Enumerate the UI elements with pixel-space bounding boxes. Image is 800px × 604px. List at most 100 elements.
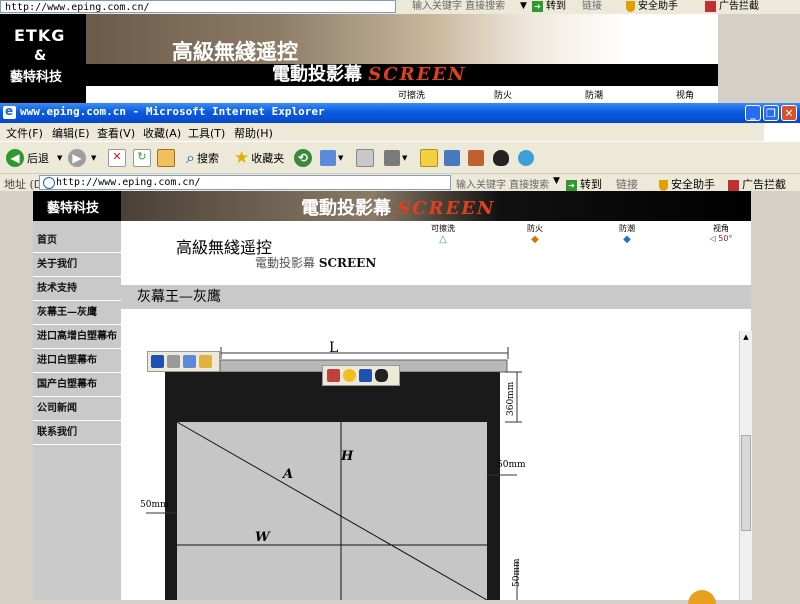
feature-label: 防火 (494, 91, 513, 101)
back-arrow-icon: ◀ (6, 149, 24, 167)
qq-capture-icon[interactable] (327, 369, 340, 382)
save-icon[interactable] (359, 369, 372, 382)
edit-button[interactable]: ▼ (384, 146, 407, 170)
background-feature-row: 可擦洗 防火 防潮 视角 (86, 86, 718, 104)
left-border-dimension: 50mm (140, 500, 169, 510)
safety-assistant-button[interactable]: 安全助手 (659, 176, 715, 192)
background-adblock-button[interactable]: 广告拦截 (705, 0, 759, 13)
banner-screen-word: SCREEN (368, 64, 467, 85)
ie-icon[interactable] (3, 104, 16, 119)
menu-bar: 文件(F) 编辑(E) 查看(V) 收藏(A) 工具(T) 帮助(H) (0, 123, 800, 141)
messenger-button[interactable] (468, 146, 484, 170)
messenger-icon (468, 150, 484, 166)
standard-toolbar: ◀ 后退 ▼ ▶ ▼ ✕ ↻ ⌕ 搜索 ★ 收藏夹 ⟲ ▼ ▼ (0, 141, 800, 174)
research-button[interactable] (444, 146, 460, 170)
window-title-bar[interactable]: www.eping.com.cn - Microsoft Internet Ex… (0, 103, 800, 123)
maximize-button[interactable]: ❐ (763, 105, 779, 121)
top-border-dimension: 360mm (506, 381, 516, 416)
windows-logo (764, 123, 800, 141)
keyword-search-box[interactable]: 输入关键字 直接搜索 (456, 176, 549, 191)
go-button[interactable]: ➜ 转到 (566, 176, 602, 192)
print-button[interactable] (356, 146, 374, 170)
background-search-box[interactable]: 输入关键字 直接搜索 (412, 0, 505, 13)
feature-label: 可擦洗 (398, 91, 426, 101)
msn-people-icon (518, 150, 534, 166)
logo-text: ETKG (14, 26, 66, 45)
search-label: 搜索 (196, 152, 219, 165)
mail-button[interactable]: ▼ (320, 146, 343, 170)
background-banner: 高級無綫遥控 電動投影幕 SCREEN (86, 14, 718, 86)
back-dropdown-icon[interactable]: ▼ (57, 154, 62, 162)
chevron-down-icon[interactable]: ▼ (553, 176, 560, 186)
qq-image-toolbar (322, 365, 400, 386)
close-button[interactable]: ✕ (781, 105, 797, 121)
adblock-icon (728, 179, 739, 191)
edit-icon (384, 150, 400, 166)
shield-icon (659, 179, 668, 191)
address-bar: 地址 (D) http://www.eping.com.cn/ 输入关键字 直接… (0, 173, 800, 192)
refresh-button[interactable]: ↻ (133, 146, 151, 170)
banner-subtitle: 電動投影幕 SCREEN (272, 64, 466, 86)
logo-company-name: 藝特科技 (10, 70, 63, 85)
shield-icon (626, 0, 635, 12)
banner-subtitle-text: 電動投影幕 (272, 64, 362, 85)
links-button[interactable]: 链接 (616, 176, 638, 192)
safety-label: 安全助手 (671, 178, 715, 191)
menu-edit[interactable]: 编辑(E) (52, 125, 90, 141)
print-image-icon[interactable] (167, 355, 180, 368)
my-pictures-icon[interactable] (199, 355, 212, 368)
go-label: 转到 (546, 1, 566, 12)
address-input[interactable]: http://www.eping.com.cn/ (39, 175, 451, 190)
minimize-button[interactable]: _ (745, 105, 761, 121)
search-icon: ⌕ (186, 148, 195, 167)
background-links-button[interactable]: 链接 (582, 0, 602, 13)
favorites-label: 收藏夹 (251, 152, 285, 165)
home-icon (157, 149, 175, 167)
forward-dropdown-icon[interactable]: ▼ (91, 154, 96, 162)
background-address-bar: http://www.eping.com.cn/ 输入关键字 直接搜索 ▼ ➜ 转… (0, 0, 800, 15)
history-button[interactable]: ⟲ (294, 146, 315, 170)
page-viewport: 藝特科技 電動投影幕 SCREEN 首页 关于我们 技术支持 灰幕王—灰鹰 进口… (0, 191, 800, 600)
home-button[interactable] (157, 146, 175, 170)
printer-icon (356, 149, 374, 167)
chevron-down-icon[interactable]: ▼ (520, 0, 527, 13)
menu-help[interactable]: 帮助(H) (234, 125, 273, 141)
favorites-button[interactable]: ★ 收藏夹 (234, 146, 284, 170)
adblock-label: 广告拦截 (742, 178, 786, 191)
edit-dropdown-icon[interactable]: ▼ (402, 154, 407, 162)
mail-dropdown-icon[interactable]: ▼ (338, 154, 343, 162)
discuss-button[interactable] (420, 146, 438, 170)
side-border-dimension: 50mm (497, 460, 526, 470)
background-url-field[interactable]: http://www.eping.com.cn/ (0, 0, 396, 13)
search-button[interactable]: ⌕ 搜索 (186, 146, 219, 170)
menu-file[interactable]: 文件(F) (6, 125, 43, 141)
adblock-button[interactable]: 广告拦截 (728, 176, 786, 192)
menu-view[interactable]: 查看(V) (97, 125, 135, 141)
go-arrow-icon: ➜ (566, 179, 577, 191)
qq-button[interactable] (493, 146, 509, 170)
qq-penguin-icon[interactable] (375, 369, 388, 382)
forward-arrow-icon: ▶ (68, 149, 86, 167)
email-image-icon[interactable] (183, 355, 196, 368)
research-icon (444, 150, 460, 166)
forward-button[interactable]: ▶ ▼ (68, 146, 96, 170)
background-site-logo[interactable]: ETKG & 藝特科技 (0, 14, 86, 104)
menu-tools[interactable]: 工具(T) (188, 125, 225, 141)
msn-button[interactable] (518, 146, 534, 170)
logo-ampersand: & (34, 48, 47, 64)
background-safety-button[interactable]: 安全助手 (626, 0, 678, 13)
length-label: L (329, 340, 339, 356)
qq-penguin-icon (493, 150, 509, 166)
menu-favorites[interactable]: 收藏(A) (143, 125, 181, 141)
back-label: 后退 (27, 152, 49, 165)
save-image-icon[interactable] (151, 355, 164, 368)
width-label: W (255, 530, 270, 545)
feature-label: 视角 (676, 91, 695, 101)
diagonal-label: A (283, 467, 294, 482)
background-right-gutter (718, 14, 800, 104)
screen-dimension-diagram (146, 347, 522, 600)
back-button[interactable]: ◀ 后退 ▼ (6, 146, 62, 170)
background-go-button[interactable]: ➜ 转到 (532, 0, 566, 13)
stop-button[interactable]: ✕ (108, 146, 126, 170)
smiley-icon[interactable] (343, 369, 356, 382)
